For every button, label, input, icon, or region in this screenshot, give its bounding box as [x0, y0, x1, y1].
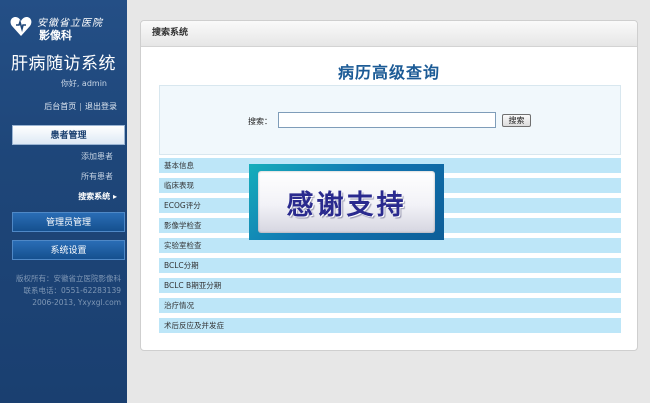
hospital-logo: 安徽省立医院 影像科 — [9, 12, 119, 42]
menu-system-settings[interactable]: 系统设置 — [12, 240, 125, 260]
menu-admin-management[interactable]: 管理员管理 — [12, 212, 125, 232]
menu-patient-management[interactable]: 患者管理 — [12, 125, 125, 145]
search-label: 搜索： — [248, 117, 272, 126]
category-lab-exam[interactable]: 实验室检查 — [159, 238, 621, 253]
link-separator: | — [79, 102, 82, 111]
category-postop-complications[interactable]: 术后反应及并发症 — [159, 318, 621, 333]
top-links: 后台首页 | 退出登录 — [44, 101, 117, 112]
copyright-owner: 版权所有：安徽省立医院影像科 — [16, 274, 121, 283]
logo-department: 影像科 — [39, 29, 72, 42]
menu-all-patients[interactable]: 所有患者 — [81, 171, 113, 182]
thanks-overlay-text: 感谢支持 — [286, 189, 407, 221]
heart-logo-icon — [10, 17, 32, 36]
page-title: 病历高级查询 — [337, 63, 440, 82]
copyright-phone: 联系电话：0551-62283139 — [23, 286, 121, 295]
menu-search-system[interactable]: 搜索系统 ▸ — [78, 191, 117, 202]
home-link[interactable]: 后台首页 — [44, 102, 76, 111]
category-treatment[interactable]: 治疗情况 — [159, 298, 621, 313]
search-input[interactable] — [278, 112, 496, 128]
copyright-block: 版权所有：安徽省立医院影像科 联系电话：0551-62283139 2006-2… — [16, 273, 121, 309]
thanks-overlay-inner: 感谢支持 — [258, 171, 435, 233]
sidebar: 安徽省立医院 影像科 肝病随访系统 你好, admin 后台首页 | 退出登录 患者… — [0, 0, 127, 403]
category-bclc-b-substage[interactable]: BCLC B期亚分期 — [159, 278, 621, 293]
menu-add-patient[interactable]: 添加患者 — [81, 151, 113, 162]
system-title: 肝病随访系统 — [11, 54, 116, 74]
copyright-site: 2006-2013, Yxyxgl.com — [32, 298, 121, 307]
thanks-overlay-badge: 感谢支持 — [249, 164, 444, 240]
user-greeting: 你好, admin — [60, 79, 107, 88]
category-bclc-stage[interactable]: BCLC分期 — [159, 258, 621, 273]
panel-header-title: 搜索系统 — [141, 21, 637, 47]
logout-link[interactable]: 退出登录 — [85, 102, 117, 111]
search-button[interactable]: 搜索 — [502, 114, 531, 127]
search-area: 搜索： 搜索 — [159, 85, 621, 155]
